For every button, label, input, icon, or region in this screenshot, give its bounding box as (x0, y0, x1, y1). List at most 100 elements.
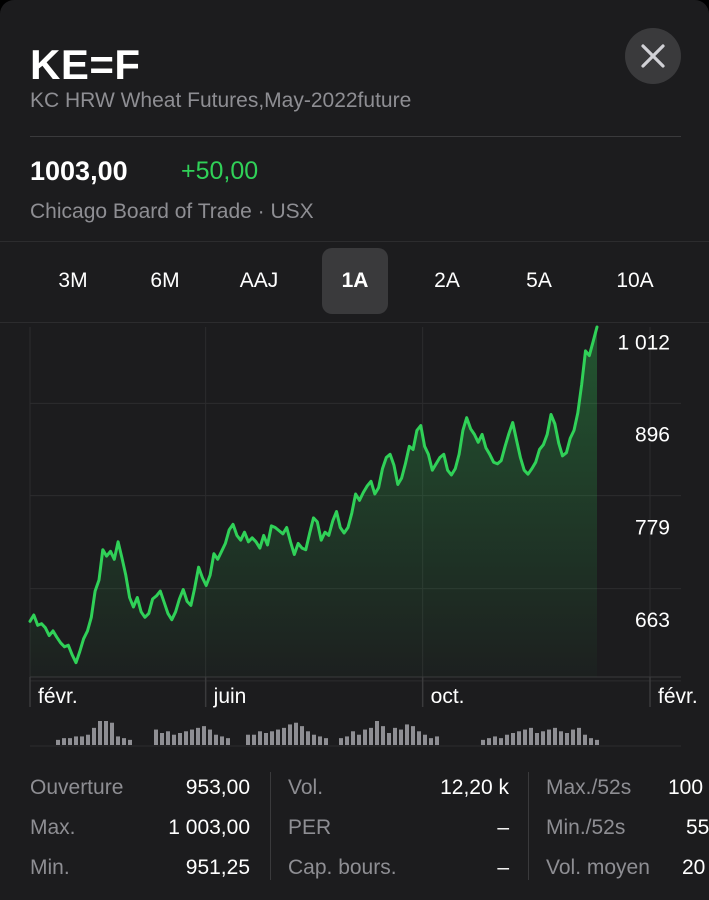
header-divider (30, 136, 681, 137)
volume-bar (202, 726, 206, 745)
volume-bar (481, 739, 485, 745)
volume-bar (487, 738, 491, 745)
volume-bar (270, 731, 274, 745)
stat-value-market-cap: – (497, 856, 509, 879)
stats-divider-1 (270, 772, 271, 880)
volume-bar (104, 721, 108, 745)
x-tick-label: févr. (658, 685, 698, 708)
volume-bar (98, 721, 102, 745)
volume-bar (258, 731, 262, 745)
volume-bar (405, 724, 409, 745)
volume-bar (387, 733, 391, 745)
volume-bar (511, 733, 515, 745)
stat-value-open: 953,00 (185, 776, 250, 799)
range-tab-5a[interactable]: 5A (506, 248, 572, 314)
volume-bar (306, 731, 310, 745)
volume-bar (517, 731, 521, 745)
volume-bar (499, 738, 503, 745)
volume-bar (435, 736, 439, 745)
volume-bar (577, 727, 581, 745)
volume-bar (318, 736, 322, 745)
volume-bar (324, 738, 328, 745)
close-button[interactable] (625, 28, 681, 84)
exchange-name: Chicago Board of Trade · USX (30, 200, 314, 223)
volume-bar (357, 734, 361, 745)
range-tab-6m[interactable]: 6M (132, 248, 198, 314)
volume-bar (154, 729, 158, 745)
volume-bar (583, 734, 587, 745)
volume-bar (110, 722, 114, 745)
volume-bar (86, 734, 90, 745)
stat-label-52w-low: Min./52s (546, 816, 626, 839)
volume-bar (535, 733, 539, 745)
volume-bar (399, 729, 403, 745)
quote-sheet: KE=F KC HRW Wheat Futures,May-2022future… (0, 0, 709, 900)
volume-bar (595, 739, 599, 745)
stat-label-per: PER (288, 816, 332, 839)
x-tick-label: févr. (38, 685, 78, 708)
volume-bar (184, 731, 188, 745)
volume-bar (423, 734, 427, 745)
volume-bar (547, 729, 551, 745)
volume-bar (80, 736, 84, 745)
volume-bar (56, 739, 60, 745)
range-tab-aaj[interactable]: AAJ (226, 248, 292, 314)
volume-bar (214, 734, 218, 745)
volume-bar (571, 729, 575, 745)
volume-bar (264, 733, 268, 745)
stat-value-low: 951,25 (185, 856, 250, 879)
y-tick-label: 779 (635, 517, 670, 540)
price-chart[interactable]: 1 012 896 779 663 févr. juin oct. févr. (0, 323, 709, 753)
volume-bar (493, 736, 497, 745)
volume-bar (393, 727, 397, 745)
stats-divider-2 (528, 772, 529, 880)
volume-bar (208, 729, 212, 745)
stat-label-open: Ouverture (30, 776, 124, 799)
stat-label-volume: Vol. (288, 776, 324, 799)
volume-bar (62, 738, 66, 745)
volume-bar (246, 734, 250, 745)
volume-bar (190, 729, 194, 745)
stat-label-52w-high: Max./52s (546, 776, 632, 799)
volume-bar (68, 738, 72, 745)
volume-bar (363, 729, 367, 745)
volume-bar (411, 726, 415, 745)
stat-label-high: Max. (30, 816, 76, 839)
volume-bar (351, 731, 355, 745)
volume-bar (553, 727, 557, 745)
volume-bar (523, 729, 527, 745)
close-icon (641, 44, 665, 68)
volume-bar (74, 736, 78, 745)
range-tab-3m[interactable]: 3M (40, 248, 106, 314)
range-tab-1a[interactable]: 1A (322, 248, 388, 314)
stat-label-avg-volume: Vol. moyen (546, 856, 650, 879)
volume-bar (196, 727, 200, 745)
y-tick-label: 896 (635, 424, 670, 447)
price-area-fill (30, 327, 597, 677)
ticker-symbol: KE=F (30, 41, 141, 88)
volume-bar (122, 738, 126, 745)
volume-bar (589, 738, 593, 745)
volume-bar (160, 733, 164, 745)
volume-bar (417, 731, 421, 745)
x-tick-label: juin (213, 685, 247, 708)
volume-bar (300, 726, 304, 745)
volume-bar (294, 722, 298, 745)
volume-bar (559, 731, 563, 745)
volume-bar (252, 734, 256, 745)
volume-bar (339, 738, 343, 745)
volume-bar (505, 734, 509, 745)
volume-bar (282, 727, 286, 745)
stat-label-low: Min. (30, 856, 70, 879)
volume-bar (166, 731, 170, 745)
range-tab-10a[interactable]: 10A (602, 248, 668, 314)
price-change: +50,00 (181, 157, 259, 185)
volume-bar (429, 738, 433, 745)
stat-value-volume: 12,20 k (440, 776, 509, 799)
stat-value-per: – (497, 816, 509, 839)
volume-bar (375, 721, 379, 745)
volume-bar (565, 733, 569, 745)
range-tab-2a[interactable]: 2A (414, 248, 480, 314)
volume-bar (128, 739, 132, 745)
current-price: 1003,00 (30, 156, 128, 186)
